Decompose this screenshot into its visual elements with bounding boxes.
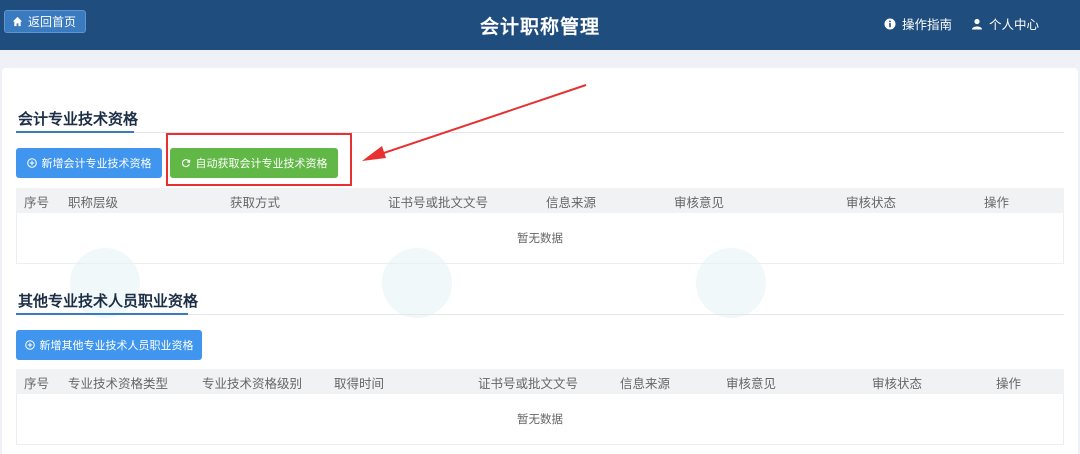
add-accounting-qualification-button[interactable]: 新增会计专业技术资格 [16,148,162,178]
column-header: 职称层级 [68,195,119,210]
user-center-label: 个人中心 [989,17,1040,32]
guide-link[interactable]: 操作指南 [884,14,952,33]
guide-link-label: 操作指南 [902,17,953,32]
column-header: 证书号或批文文号 [478,376,579,391]
auto-fetch-qualification-label: 自动获取会计专业技术资格 [195,157,328,170]
column-header: 证书号或批文文号 [388,195,489,210]
column-header: 专业技术资格级别 [202,376,303,391]
column-header: 取得时间 [334,376,385,391]
user-center-link[interactable]: 个人中心 [971,14,1039,33]
column-header: 信息来源 [620,376,671,391]
info-icon [884,18,896,29]
column-header: 操作 [996,376,1022,391]
column-header: 序号 [24,376,50,391]
add-other-qualification-button[interactable]: 新增其他专业技术人员职业资格 [16,330,202,360]
column-header: 操作 [984,195,1010,210]
section-underline [16,313,188,315]
column-header: 获取方式 [230,195,281,210]
plus-circle-icon [24,340,35,350]
refresh-icon [181,159,190,168]
section-title-accounting: 会计专业技术资格 [18,110,139,128]
column-header: 审核意见 [674,195,725,210]
empty-state-text: 暂无数据 [517,231,563,245]
other-table-header: 序号 专业技术资格类型 专业技术资格级别 取得时间 证书号或批文文号 信息来源 … [16,369,1064,394]
other-table-body: 暂无数据 [16,394,1064,445]
accounting-table-body: 暂无数据 [16,213,1064,264]
column-header: 信息来源 [546,195,597,210]
plus-circle-icon [26,158,37,168]
add-other-qualification-label: 新增其他专业技术人员职业资格 [39,339,194,352]
column-header: 审核状态 [872,376,923,391]
column-header: 专业技术资格类型 [68,376,169,391]
section-divider [16,132,1064,133]
add-accounting-qualification-label: 新增会计专业技术资格 [41,157,152,170]
top-bar: 返回首页 会计职称管理 操作指南 个人中心 [0,0,1080,50]
user-icon [972,18,982,29]
column-header: 审核意见 [726,376,777,391]
empty-state-text: 暂无数据 [517,412,563,426]
accounting-table-header: 序号 职称层级 获取方式 证书号或批文文号 信息来源 审核意见 审核状态 操作 [16,188,1064,213]
column-header: 序号 [24,195,50,210]
column-header: 审核状态 [846,195,897,210]
section-underline [16,131,134,133]
main-panel: 会计专业技术资格 新增会计专业技术资格 自动获取会计专业技术资格 序号 职称层级… [2,68,1078,454]
auto-fetch-qualification-button[interactable]: 自动获取会计专业技术资格 [170,148,338,178]
section-title-other: 其他专业技术人员职业资格 [18,292,199,310]
